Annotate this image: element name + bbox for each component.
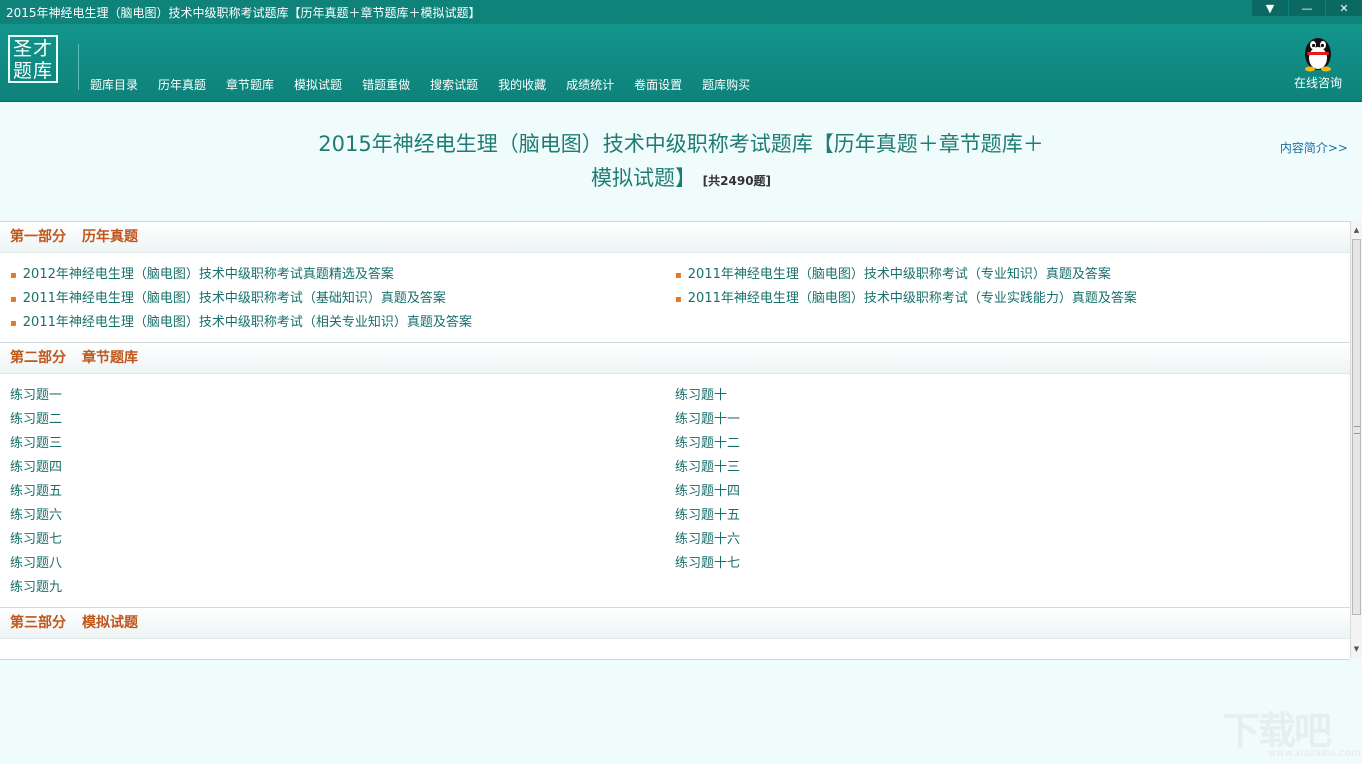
nav-item-purchase[interactable]: 题库购买 (692, 76, 760, 93)
exercise-link[interactable]: 练习题十二 (665, 432, 1330, 456)
nav-item-redo-mistakes[interactable]: 错题重做 (352, 76, 420, 93)
exercise-link[interactable]: 练习题十七 (665, 552, 1330, 576)
page-title-line2: 模拟试题】 (590, 166, 696, 190)
title-bar: 2015年神经电生理（脑电图）技术中级职称考试题库【历年真题＋章节题库＋模拟试题… (0, 0, 1362, 24)
window-controls: ▼ — ✕ (1251, 0, 1362, 16)
exercise-link[interactable]: 练习题九 (0, 576, 665, 600)
section-part-label: 第二部分 (10, 350, 66, 366)
scroll-down-icon[interactable]: ▼ (1351, 642, 1362, 656)
exercise-link[interactable]: 练习题七 (0, 528, 665, 552)
page-title-line1: 2015年神经电生理（脑电图）技术中级职称考试题库【历年真题＋章节题库＋ (318, 132, 1044, 156)
past-exam-link[interactable]: ▪ 2012年神经电生理（脑电图）技术中级职称考试真题精选及答案 (0, 263, 665, 287)
nav-item-layout-settings[interactable]: 卷面设置 (624, 76, 692, 93)
close-button[interactable]: ✕ (1325, 0, 1362, 16)
watermark-logo: 下载吧 (1222, 709, 1332, 753)
past-exam-link[interactable]: ▪ 2011年神经电生理（脑电图）技术中级职称考试（专业实践能力）真题及答案 (665, 287, 1330, 311)
section-body-past-exams: ▪ 2012年神经电生理（脑电图）技术中级职称考试真题精选及答案 ▪ 2011年神经… (0, 253, 1350, 343)
link-column-left: ▪ 2012年神经电生理（脑电图）技术中级职称考试真题精选及答案 ▪ 2011年神经… (0, 263, 665, 335)
section-header-mock-exams: 第三部分 模拟试题 (0, 608, 1350, 639)
grip-icon (1354, 426, 1360, 434)
section-body-chapter-bank: 练习题一 练习题二 练习题三 练习题四 练习题五 练习题六 练习题七 练习题八 … (0, 374, 1350, 608)
scrollbar-thumb[interactable] (1352, 239, 1361, 615)
nav-item-past-exams[interactable]: 历年真题 (148, 76, 216, 93)
logo-divider (78, 44, 79, 90)
dropdown-menu-button[interactable]: ▼ (1251, 0, 1288, 16)
nav-item-favorites[interactable]: 我的收藏 (488, 76, 556, 93)
section-name: 章节题库 (82, 350, 138, 366)
section-name: 历年真题 (82, 229, 138, 245)
logo: 圣才 题库 (8, 35, 58, 83)
exercise-link[interactable]: 练习题二 (0, 408, 665, 432)
exercise-link[interactable]: 练习题四 (0, 456, 665, 480)
exercise-link[interactable]: 练习题五 (0, 480, 665, 504)
minimize-button[interactable]: — (1288, 0, 1325, 16)
section-header-past-exams: 第一部分 历年真题 (0, 222, 1350, 253)
link-column-left: 练习题一 练习题二 练习题三 练习题四 练习题五 练习题六 练习题七 练习题八 … (0, 384, 665, 600)
exercise-link[interactable]: 练习题十三 (665, 456, 1330, 480)
exercise-link[interactable]: 练习题十四 (665, 480, 1330, 504)
scroll-up-icon[interactable]: ▲ (1351, 223, 1362, 237)
window-title: 2015年神经电生理（脑电图）技术中级职称考试题库【历年真题＋章节题库＋模拟试题… (6, 6, 481, 20)
exercise-link[interactable]: 练习题一 (0, 384, 665, 408)
bullet-icon: ▪ (10, 294, 17, 305)
nav-item-mock-exams[interactable]: 模拟试题 (284, 76, 352, 93)
section-part-label: 第一部分 (10, 229, 66, 245)
nav-item-chapter-bank[interactable]: 章节题库 (216, 76, 284, 93)
question-count: [共2490题] (702, 174, 772, 188)
past-exam-link[interactable]: ▪ 2011年神经电生理（脑电图）技术中级职称考试（基础知识）真题及答案 (0, 287, 665, 311)
bullet-icon: ▪ (10, 318, 17, 329)
watermark-url: www.xiazaiba.com (1268, 748, 1361, 759)
online-consult[interactable]: 在线咨询 (1288, 32, 1348, 91)
link-column-right: 练习题十 练习题十一 练习题十二 练习题十三 练习题十四 练习题十五 练习题十六… (665, 384, 1330, 600)
page-title: 2015年神经电生理（脑电图）技术中级职称考试题库【历年真题＋章节题库＋ 模拟试… (260, 127, 1102, 198)
nav-item-scores[interactable]: 成绩统计 (556, 76, 624, 93)
catalog-content: 第一部分 历年真题 ▪ 2012年神经电生理（脑电图）技术中级职称考试真题精选及答案… (0, 221, 1350, 660)
main-nav: 题库目录 历年真题 章节题库 模拟试题 错题重做 搜索试题 我的收藏 成绩统计 … (80, 76, 760, 93)
section-name: 模拟试题 (82, 615, 138, 631)
section-part-label: 第三部分 (10, 615, 66, 631)
content-intro-link[interactable]: 内容简介>> (1280, 139, 1348, 156)
section-header-chapter-bank: 第二部分 章节题库 (0, 343, 1350, 374)
app-header: 圣才 题库 题库目录 历年真题 章节题库 模拟试题 错题重做 搜索试题 我的收藏… (0, 24, 1362, 102)
page-title-line2-wrap: 模拟试题】 [共2490题] (260, 161, 1102, 198)
bullet-icon: ▪ (10, 270, 17, 281)
past-exam-link[interactable]: ▪ 2011年神经电生理（脑电图）技术中级职称考试（专业知识）真题及答案 (665, 263, 1330, 287)
exercise-link[interactable]: 练习题十 (665, 384, 1330, 408)
exercise-link[interactable]: 练习题三 (0, 432, 665, 456)
bullet-icon: ▪ (675, 294, 682, 305)
link-column-right: ▪ 2011年神经电生理（脑电图）技术中级职称考试（专业知识）真题及答案 ▪ 201… (665, 263, 1330, 335)
logo-text-line2: 题库 (12, 60, 53, 82)
qq-penguin-icon (1305, 38, 1331, 72)
nav-item-catalog[interactable]: 题库目录 (80, 76, 148, 93)
past-exam-link[interactable]: ▪ 2011年神经电生理（脑电图）技术中级职称考试（相关专业知识）真题及答案 (0, 311, 665, 335)
exercise-link[interactable]: 练习题十一 (665, 408, 1330, 432)
exercise-link[interactable]: 练习题十六 (665, 528, 1330, 552)
exercise-link[interactable]: 练习题十五 (665, 504, 1330, 528)
exercise-link[interactable]: 练习题六 (0, 504, 665, 528)
nav-item-search[interactable]: 搜索试题 (420, 76, 488, 93)
bullet-icon: ▪ (675, 270, 682, 281)
vertical-scrollbar[interactable]: ▲ ▼ (1350, 221, 1362, 658)
online-consult-label: 在线咨询 (1293, 76, 1342, 90)
logo-text-line1: 圣才 (12, 38, 53, 60)
exercise-link[interactable]: 练习题八 (0, 552, 665, 576)
